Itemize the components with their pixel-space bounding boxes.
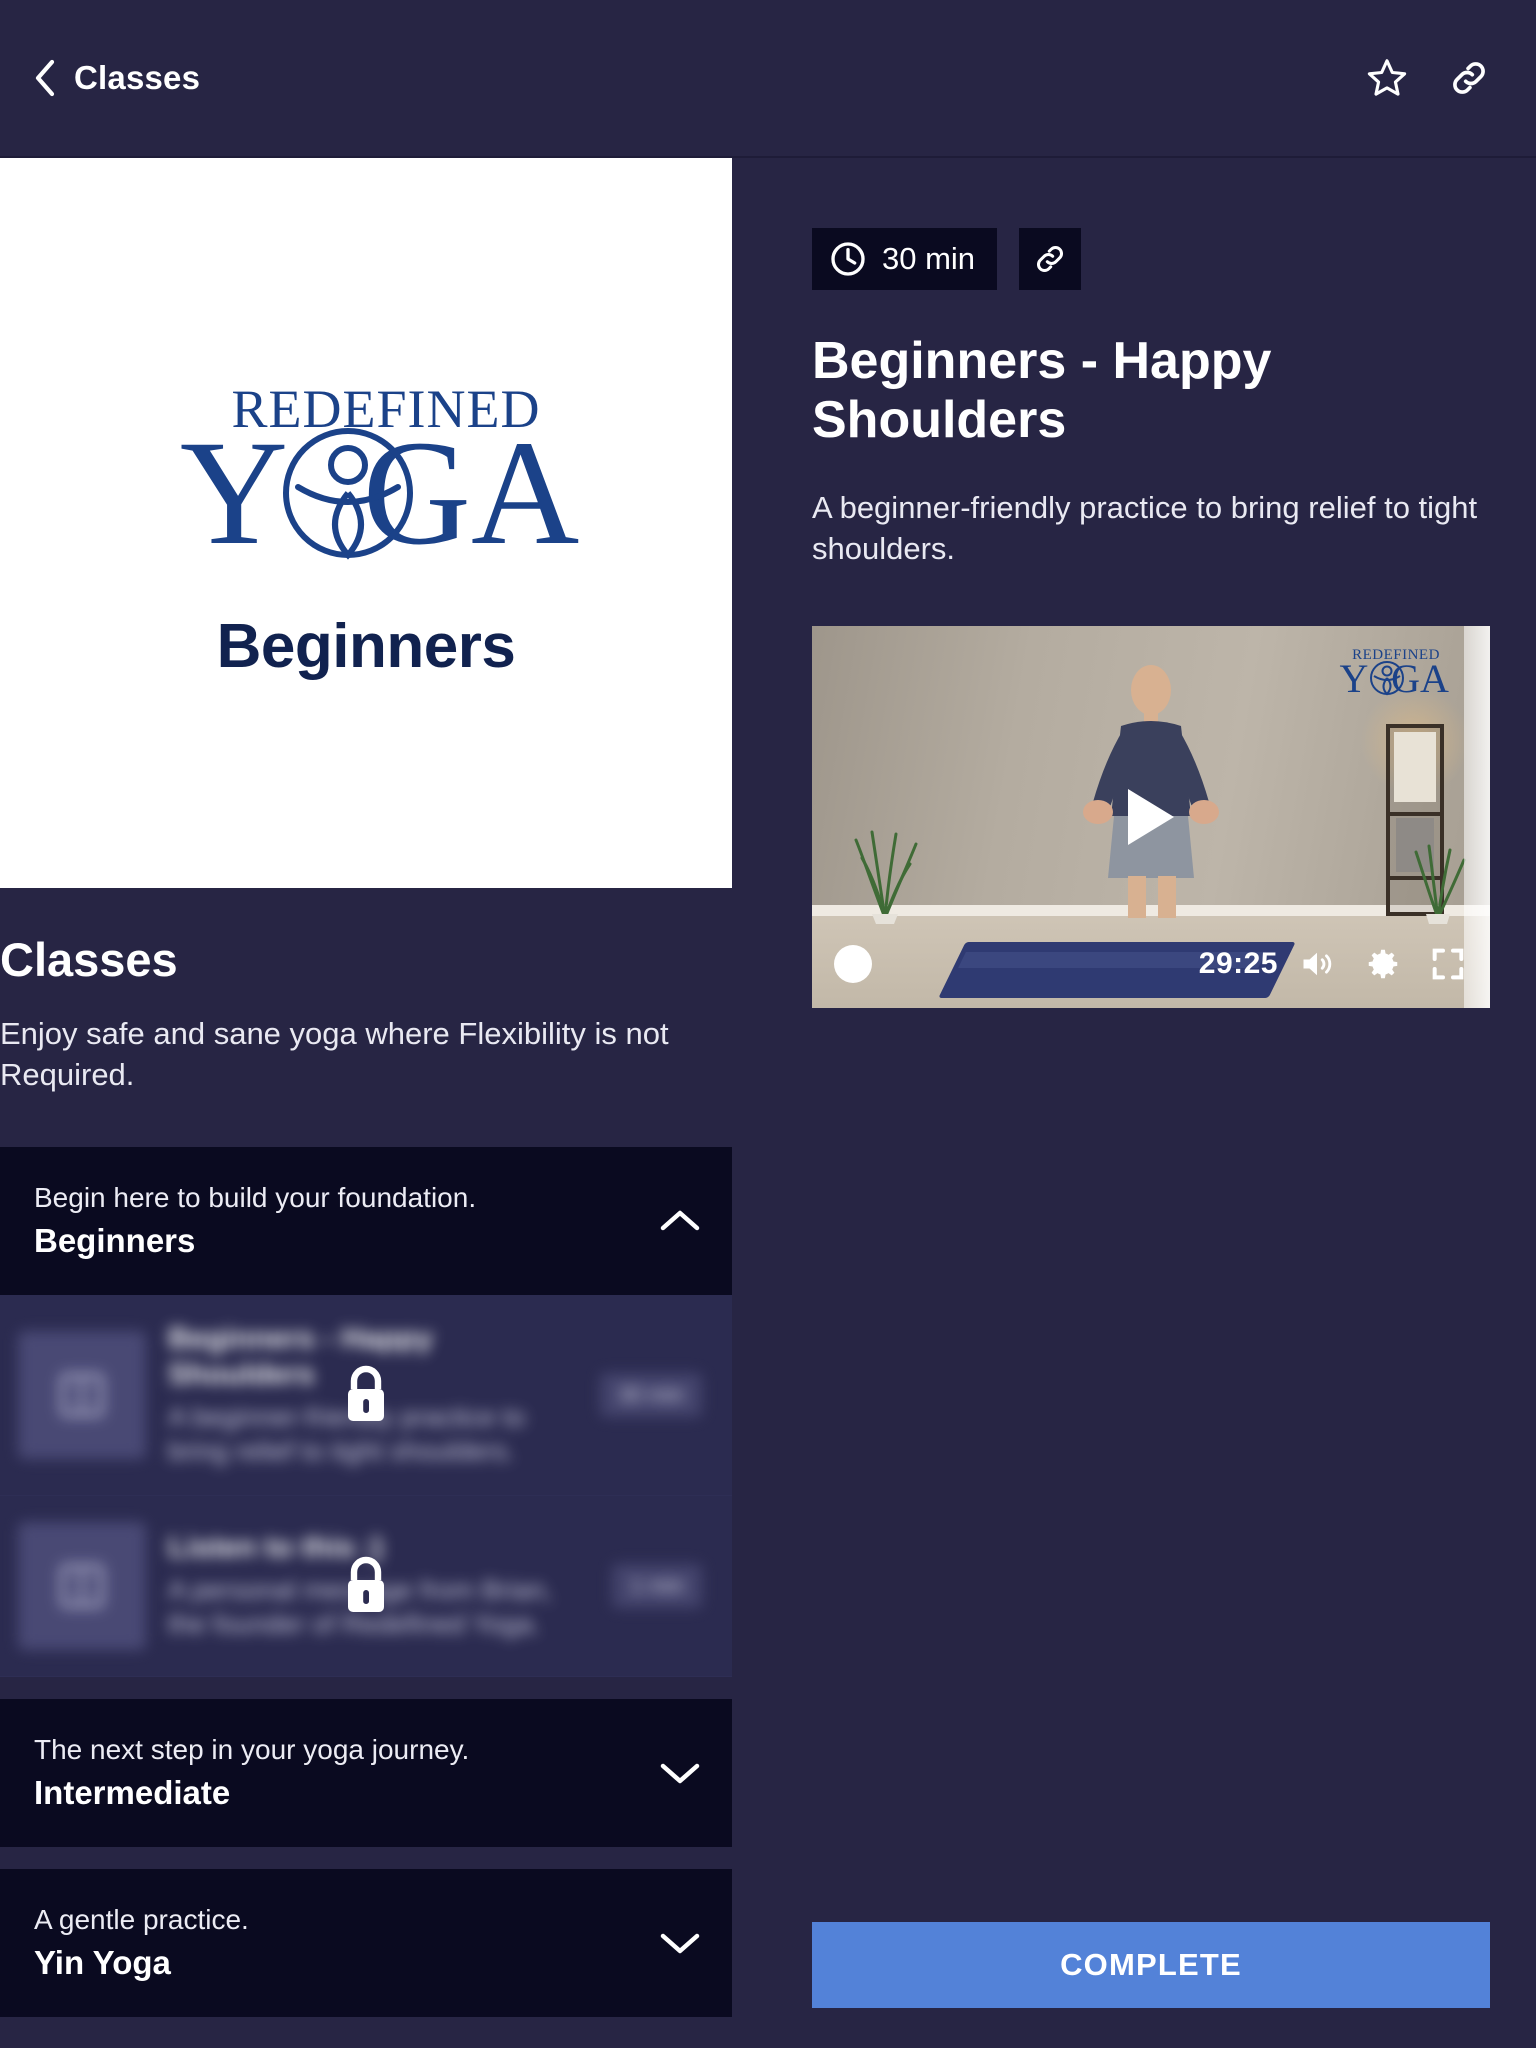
clock-icon bbox=[831, 242, 865, 276]
share-button[interactable] bbox=[1446, 55, 1492, 101]
meta-row: 30 min bbox=[812, 228, 1486, 290]
accordion-title: Intermediate bbox=[34, 1773, 231, 1811]
top-bar: Classes bbox=[0, 0, 1536, 158]
svg-text:GA: GA bbox=[363, 410, 580, 575]
book-icon bbox=[60, 1373, 104, 1417]
gear-icon[interactable] bbox=[1364, 945, 1402, 983]
complete-button[interactable]: COMPLETE bbox=[812, 1922, 1490, 2008]
video-plant-left bbox=[854, 830, 918, 925]
cover-subtitle: Beginners bbox=[216, 611, 516, 681]
detail-share-button[interactable] bbox=[1019, 228, 1082, 290]
video-lamp-shade bbox=[1394, 732, 1436, 803]
lesson-duration-badge: 1 min bbox=[612, 1563, 702, 1608]
video-watermark-logo-icon: REDEFINED Y GA bbox=[1340, 647, 1449, 698]
lock-icon bbox=[348, 1556, 384, 1612]
accordion-title: Yin Yoga bbox=[34, 1943, 171, 1981]
page-description: Enjoy safe and sane yoga where Flexibili… bbox=[0, 1016, 669, 1093]
lesson-thumbnail bbox=[18, 1331, 146, 1460]
video-time-remaining: 29:25 bbox=[1198, 947, 1278, 981]
lesson-row-locked[interactable]: Listen to this :) A personal message fro… bbox=[0, 1495, 732, 1677]
accordion-header-yin-yoga[interactable]: A gentle practice. Yin Yoga bbox=[0, 1868, 732, 2017]
left-content: Classes Enjoy safe and sane yoga where F… bbox=[0, 932, 732, 2017]
back-button[interactable]: Classes bbox=[34, 59, 200, 97]
course-cover-image: REDEFINED Y GA Beginners bbox=[0, 158, 732, 888]
play-button[interactable] bbox=[1128, 789, 1174, 846]
video-player[interactable]: REDEFINED Y GA 29:25 bbox=[812, 626, 1490, 1009]
video-controls: 29:25 bbox=[812, 938, 1490, 990]
video-shelf-board bbox=[1390, 812, 1440, 817]
svg-text:Y: Y bbox=[1340, 656, 1369, 698]
accordion-texts: Begin here to build your foundation. Beg… bbox=[34, 1182, 476, 1260]
back-label: Classes bbox=[74, 59, 201, 96]
brand-logo: REDEFINED Y GA bbox=[116, 365, 616, 575]
fullscreen-icon[interactable] bbox=[1428, 944, 1468, 984]
accordion-kicker: The next step in your yoga journey. bbox=[34, 1733, 470, 1765]
progress-handle[interactable] bbox=[834, 945, 872, 984]
lesson-row-locked[interactable]: Beginners - Happy Shoulders A beginner-f… bbox=[0, 1295, 732, 1496]
volume-icon[interactable] bbox=[1296, 946, 1338, 982]
top-actions bbox=[1364, 55, 1492, 101]
svg-text:Y: Y bbox=[180, 410, 288, 575]
app-screen: Classes REDEFINED Y GA Beginners Classes… bbox=[0, 0, 1536, 2048]
chevron-up-icon bbox=[660, 1211, 700, 1231]
page-title: Classes bbox=[0, 933, 178, 986]
lock-icon bbox=[348, 1366, 384, 1422]
video-control-icons bbox=[1296, 944, 1468, 984]
lesson-duration-badge: 30 min bbox=[599, 1373, 702, 1418]
detail-description: A beginner-friendly practice to bring re… bbox=[812, 489, 1478, 567]
star-icon bbox=[1367, 59, 1407, 96]
book-icon bbox=[60, 1564, 104, 1608]
accordion-texts: A gentle practice. Yin Yoga bbox=[34, 1904, 249, 1982]
section-gap bbox=[0, 1676, 732, 1699]
detail-panel: 30 min Beginners - Happy Shoulders A beg… bbox=[812, 158, 1536, 2048]
duration-text: 30 min bbox=[882, 241, 976, 276]
section-gap bbox=[0, 1846, 732, 1869]
duration-badge: 30 min bbox=[812, 228, 998, 290]
course-accordion: Begin here to build your foundation. Beg… bbox=[0, 1147, 732, 2017]
lesson-thumbnail bbox=[18, 1521, 146, 1650]
favorite-button[interactable] bbox=[1364, 55, 1410, 101]
redefined-yoga-logo-icon: REDEFINED Y GA bbox=[180, 379, 580, 575]
accordion-kicker: Begin here to build your foundation. bbox=[34, 1182, 477, 1214]
accordion-kicker: A gentle practice. bbox=[34, 1903, 249, 1935]
chevron-down-icon bbox=[660, 1763, 700, 1784]
chevron-down-icon bbox=[660, 1933, 700, 1954]
accordion-texts: The next step in your yoga journey. Inte… bbox=[34, 1734, 469, 1812]
left-panel: REDEFINED Y GA Beginners Classes Enjoy s… bbox=[0, 158, 732, 2048]
detail-title: Beginners - Happy Shoulders bbox=[812, 332, 1272, 450]
link-icon bbox=[1453, 62, 1485, 94]
link-icon bbox=[1037, 246, 1063, 272]
chevron-left-icon bbox=[35, 59, 55, 97]
accordion-title: Beginners bbox=[34, 1222, 196, 1260]
accordion-header-beginners[interactable]: Begin here to build your foundation. Beg… bbox=[0, 1147, 732, 1296]
accordion-header-intermediate[interactable]: The next step in your yoga journey. Inte… bbox=[0, 1698, 732, 1847]
